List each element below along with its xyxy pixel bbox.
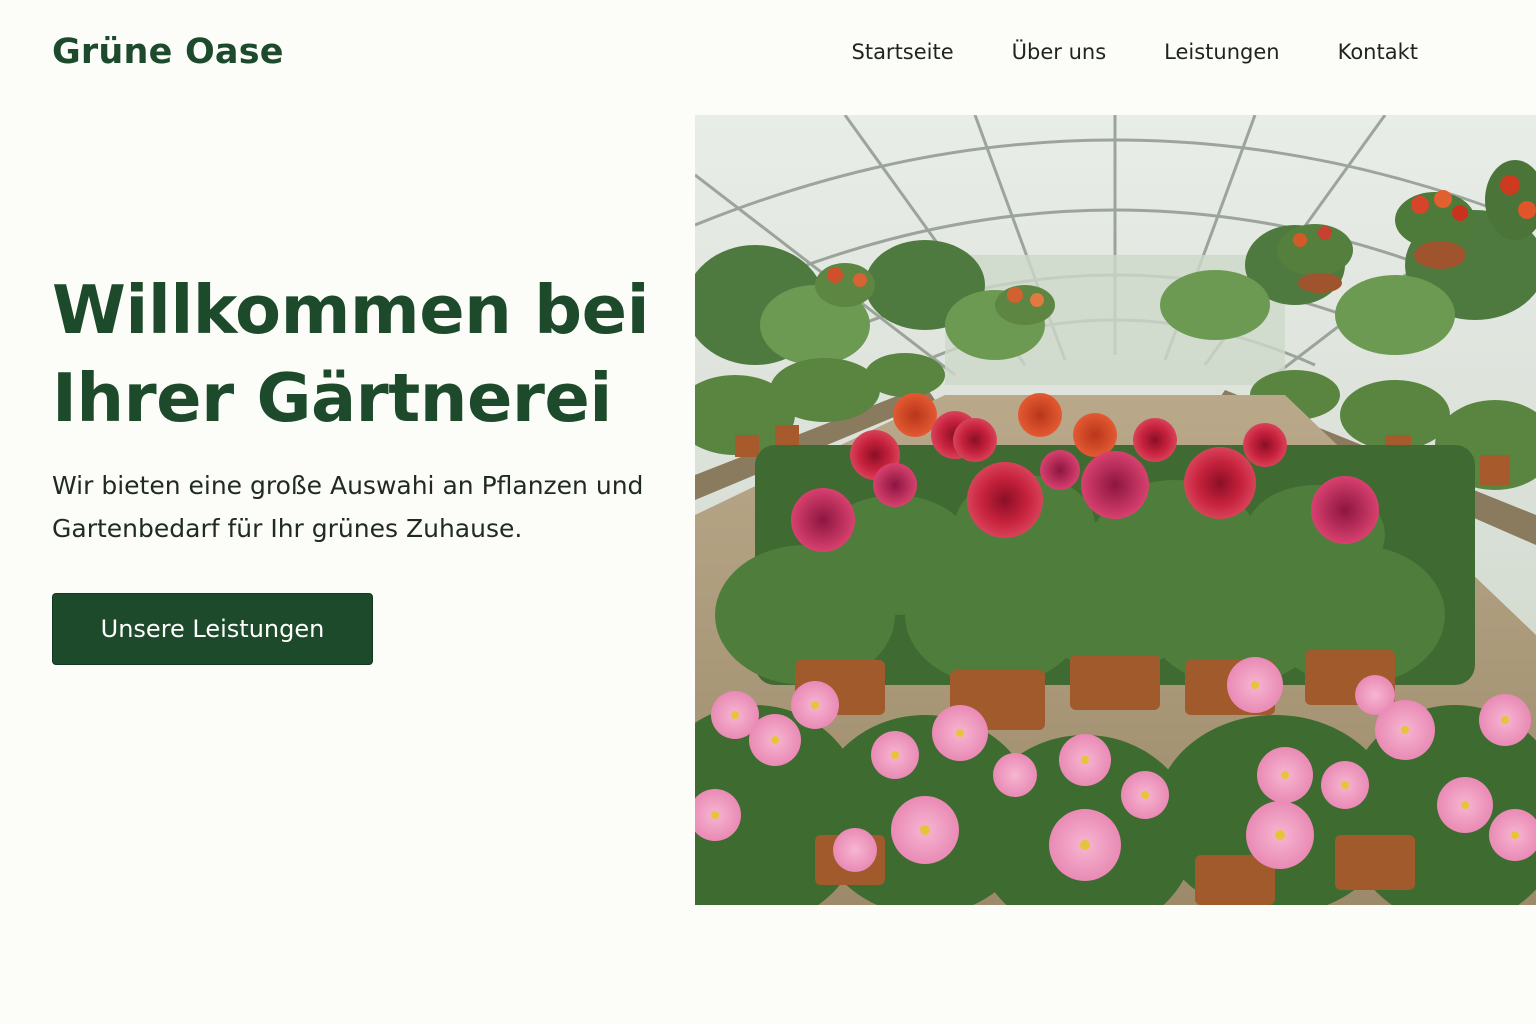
nav-item-ueber-uns[interactable]: Über uns bbox=[1012, 40, 1107, 64]
services-cta-button[interactable]: Unsere Leistungen bbox=[52, 593, 373, 665]
site-header: Grüne Oase Startseite Über uns Leistunge… bbox=[0, 0, 1536, 108]
brand-logo[interactable]: Grüne Oase bbox=[52, 32, 284, 72]
hero-subtitle-line-2: Gartenbedarf für Ihr grünes Zuhause. bbox=[52, 514, 523, 543]
main-nav: Startseite Über uns Leistungen Kontakt bbox=[852, 40, 1419, 64]
greenhouse-hero-image bbox=[695, 115, 1536, 905]
hero-title: Willkommen bei Ihrer Gärtnerei bbox=[52, 266, 672, 442]
hero-subtitle-line-1: Wir bieten eine große Auswahi an Pflanze… bbox=[52, 471, 644, 500]
hero-title-line-1: Willkommen bei bbox=[52, 271, 650, 349]
greenhouse-illustration bbox=[695, 115, 1536, 905]
hero-title-line-2: Ihrer Gärtnerei bbox=[52, 359, 612, 437]
hero-subtitle: Wir bieten eine große Auswahi an Pflanze… bbox=[52, 464, 672, 550]
nav-item-leistungen[interactable]: Leistungen bbox=[1164, 40, 1279, 64]
nav-item-startseite[interactable]: Startseite bbox=[852, 40, 954, 64]
page: Grüne Oase Startseite Über uns Leistunge… bbox=[0, 0, 1536, 1024]
nav-item-kontakt[interactable]: Kontakt bbox=[1338, 40, 1418, 64]
